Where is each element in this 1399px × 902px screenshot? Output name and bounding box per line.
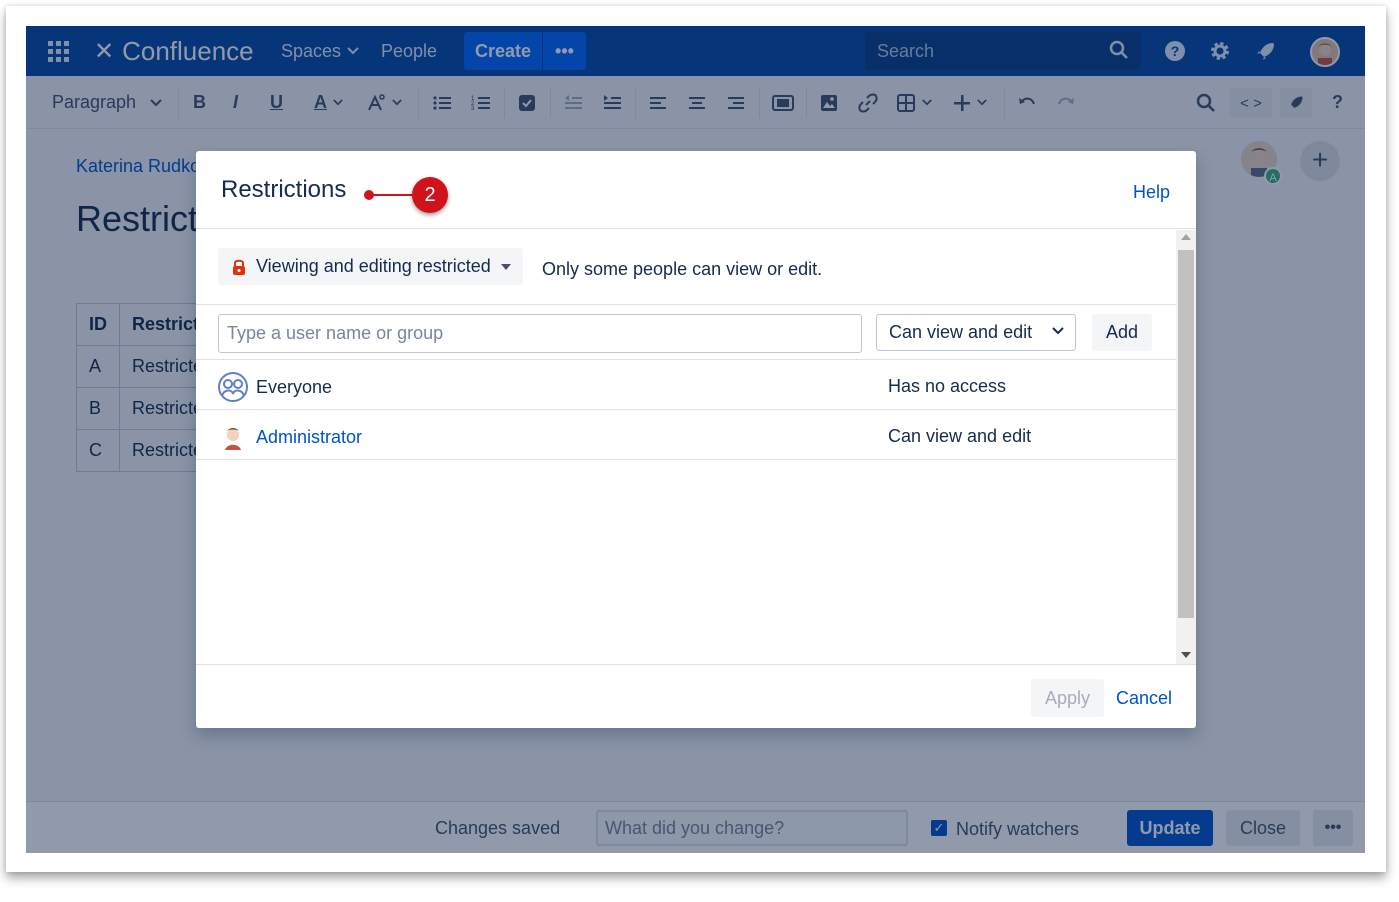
dialog-header: Restrictions 2 Help [196,151,1196,229]
caret-down-icon [500,263,511,270]
scrollbar-thumb[interactable] [1178,250,1194,618]
restriction-mode-dropdown[interactable]: Viewing and editing restricted [218,248,523,285]
dialog-title: Restrictions [221,176,347,203]
confluence-editor: ✕ Confluence Spaces People Create ••• Se… [26,26,1365,853]
admin-avatar-icon [219,423,247,451]
permission-row: Administrator Can view and edit [196,410,1176,460]
access-level: Has no access [888,376,1007,396]
permission-subject: Administrator [218,422,362,452]
scroll-up-arrow-icon[interactable] [1181,234,1191,240]
access-level: Can view and edit [888,426,1032,446]
add-button[interactable]: Add [1092,314,1152,351]
add-permission-row: Can view and edit Add [196,304,1176,360]
user-link[interactable]: Administrator [256,427,362,448]
chevron-down-icon [1052,327,1064,335]
user-group-input[interactable] [218,314,862,353]
dialog-body: Viewing and editing restricted Only some… [196,230,1176,664]
permission-subject: Everyone [218,372,332,402]
dialog-footer: Apply Cancel [196,664,1196,728]
restrictions-dialog: Restrictions 2 Help Viewing and editing … [196,151,1196,728]
annotation-marker: 2 [412,177,448,213]
scroll-down-arrow-icon[interactable] [1181,652,1191,658]
restriction-mode-label: Viewing and editing restricted [256,256,491,276]
subject-name: Everyone [256,376,333,397]
help-link[interactable]: Help [1133,182,1170,203]
group-icon [218,372,248,402]
dialog-scrollbar[interactable] [1176,230,1196,664]
cancel-button[interactable]: Cancel [1112,679,1176,717]
annotation-pointer [368,194,412,196]
permission-select[interactable]: Can view and edit [876,314,1076,351]
lock-icon [233,259,245,275]
permission-selected-value: Can view and edit [889,322,1033,342]
restriction-description: Only some people can view or edit. [542,259,823,279]
annotation-pointer-dot [364,190,374,200]
screenshot-frame: ✕ Confluence Spaces People Create ••• Se… [6,6,1386,872]
apply-button[interactable]: Apply [1031,679,1104,717]
permission-row: Everyone Has no access [196,360,1176,410]
